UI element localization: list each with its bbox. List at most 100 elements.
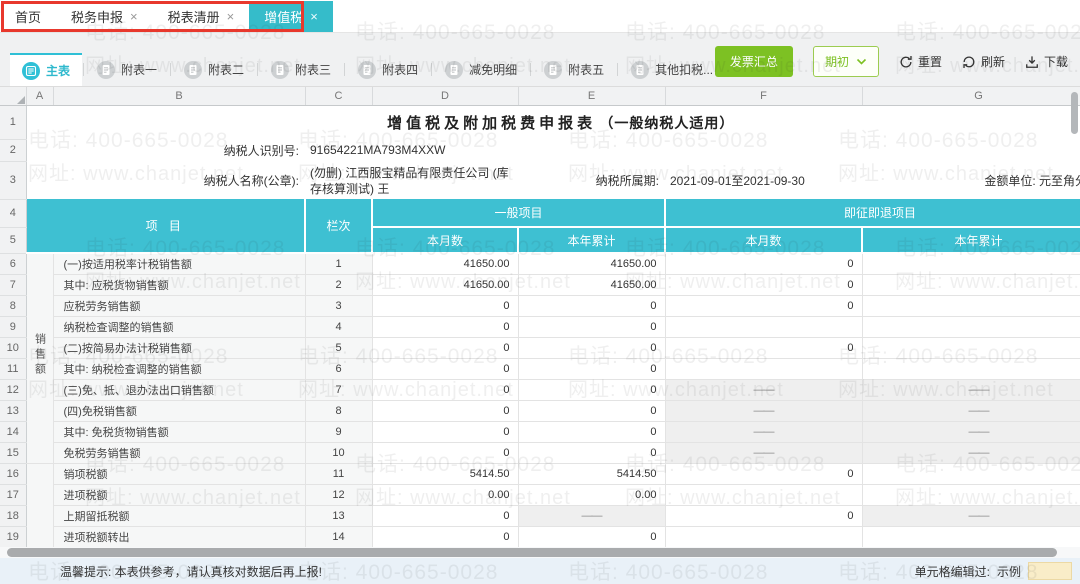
row-number[interactable]: 4	[0, 199, 26, 227]
value-cell[interactable]: 0	[372, 316, 518, 337]
value-cell[interactable]: 0	[372, 337, 518, 358]
value-cell[interactable]: 0	[518, 316, 665, 337]
value-cell[interactable]: 0	[862, 526, 1080, 547]
column-header-G[interactable]: G	[862, 87, 1080, 105]
value-cell[interactable]	[665, 526, 862, 547]
sheet-tab-reduction[interactable]: 减免明细	[433, 53, 529, 86]
value-cell[interactable]: 0	[518, 295, 665, 316]
row-number[interactable]: 11	[0, 358, 26, 379]
column-header-F[interactable]: F	[665, 87, 862, 105]
horizontal-scrollbar-thumb[interactable]	[7, 548, 1057, 557]
value-cell[interactable]: 0.00	[518, 484, 665, 505]
value-cell[interactable]: 0	[372, 526, 518, 547]
value-cell[interactable]: 0	[665, 274, 862, 295]
value-cell[interactable]: 5414.50	[518, 463, 665, 484]
value-cell[interactable]	[665, 358, 862, 379]
invoice-summary-button[interactable]: 发票汇总	[715, 46, 793, 77]
value-cell[interactable]: 0	[862, 253, 1080, 274]
taxpayer-name-value: (勿删) 江西服宝精品有限责任公司 (库存核算测试) 王	[305, 161, 518, 199]
sheet-tab-annex1[interactable]: 附表一	[85, 53, 169, 86]
refresh-button[interactable]: 刷新	[962, 53, 1005, 70]
sheet-tab-annex2[interactable]: 附表二	[172, 53, 256, 86]
value-cell[interactable]: 0.00	[372, 484, 518, 505]
reset-button[interactable]: 重置	[899, 53, 942, 70]
value-cell[interactable]: 0	[665, 463, 862, 484]
value-cell[interactable]: 41650.00	[518, 253, 665, 274]
select-all-corner[interactable]	[0, 87, 26, 105]
value-cell[interactable]: 0	[862, 463, 1080, 484]
download-button[interactable]: 下载	[1025, 53, 1068, 70]
column-header-B[interactable]: B	[53, 87, 305, 105]
vertical-scrollbar[interactable]	[1071, 92, 1078, 134]
column-header-E[interactable]: E	[518, 87, 665, 105]
top-tab-tax-declaration[interactable]: 税务申报×	[56, 1, 153, 32]
value-cell[interactable]: 0	[862, 484, 1080, 505]
value-cell[interactable]: 0	[862, 274, 1080, 295]
value-cell[interactable]: 0	[665, 505, 862, 526]
sheet-tab-annex4[interactable]: 附表四	[346, 53, 430, 86]
sheet-tab-annex5[interactable]: 附表五	[532, 53, 616, 86]
row-number[interactable]: 10	[0, 337, 26, 358]
top-tab-home[interactable]: 首页	[0, 1, 56, 32]
row-number[interactable]: 7	[0, 274, 26, 295]
value-cell[interactable]: 41650.00	[372, 253, 518, 274]
row-number[interactable]: 13	[0, 400, 26, 421]
row-number[interactable]: 18	[0, 505, 26, 526]
value-cell[interactable]: 0	[372, 400, 518, 421]
value-cell[interactable]: 0	[372, 295, 518, 316]
value-cell[interactable]: 0	[372, 442, 518, 463]
value-cell[interactable]: 41650.00	[518, 274, 665, 295]
top-tab-vat[interactable]: 增值税×	[249, 1, 333, 32]
value-cell[interactable]	[665, 484, 862, 505]
value-cell[interactable]: 0	[665, 253, 862, 274]
value-cell[interactable]: 0	[372, 505, 518, 526]
row-number[interactable]: 1	[0, 105, 26, 139]
sheet-tab-annex3[interactable]: 附表三	[259, 53, 343, 86]
row-number[interactable]: 2	[0, 139, 26, 161]
value-cell[interactable]: 0	[665, 337, 862, 358]
row-number[interactable]: 19	[0, 526, 26, 547]
value-cell[interactable]: 0	[665, 295, 862, 316]
value-cell[interactable]: 0	[862, 337, 1080, 358]
value-cell[interactable]: 0	[372, 421, 518, 442]
sheet-tab-label: 附表三	[295, 61, 331, 78]
top-tab-tax-register[interactable]: 税表清册×	[153, 1, 250, 32]
row-number[interactable]: 14	[0, 421, 26, 442]
value-cell[interactable]: 0	[518, 442, 665, 463]
sheet-tab-other[interactable]: 其他扣税...	[619, 53, 725, 86]
row-number[interactable]: 17	[0, 484, 26, 505]
column-header-D[interactable]: D	[372, 87, 518, 105]
row-number[interactable]: 9	[0, 316, 26, 337]
value-cell[interactable]: 41650.00	[372, 274, 518, 295]
value-cell[interactable]: 0	[518, 337, 665, 358]
sheet-tab-main[interactable]: 主表	[10, 53, 82, 86]
value-cell[interactable]: 0	[862, 295, 1080, 316]
value-cell[interactable]	[665, 316, 862, 337]
opening-balance-button[interactable]: 期初	[813, 46, 879, 77]
value-cell[interactable]: 0	[518, 358, 665, 379]
close-tab-icon[interactable]: ×	[130, 10, 138, 23]
lane-number-cell: 7	[305, 379, 372, 400]
value-cell[interactable]: 0	[518, 400, 665, 421]
close-tab-icon[interactable]: ×	[310, 10, 318, 23]
row-number[interactable]: 6	[0, 253, 26, 274]
value-cell[interactable]: 0	[862, 316, 1080, 337]
row-number[interactable]: 15	[0, 442, 26, 463]
close-tab-icon[interactable]: ×	[227, 10, 235, 23]
item-label-cell: 销项税额	[53, 463, 305, 484]
column-header-C[interactable]: C	[305, 87, 372, 105]
row-number[interactable]: 12	[0, 379, 26, 400]
row-number[interactable]: 3	[0, 161, 26, 199]
value-cell[interactable]: 0	[372, 379, 518, 400]
value-cell[interactable]: 0	[862, 358, 1080, 379]
column-header-A[interactable]: A	[26, 87, 53, 105]
row-number[interactable]: 8	[0, 295, 26, 316]
row-number[interactable]: 5	[0, 227, 26, 253]
row-number[interactable]: 16	[0, 463, 26, 484]
value-cell[interactable]: 0	[518, 379, 665, 400]
value-cell[interactable]: 5414.50	[372, 463, 518, 484]
horizontal-scrollbar-track[interactable]	[0, 547, 1080, 558]
value-cell[interactable]: 0	[518, 526, 665, 547]
value-cell[interactable]: 0	[518, 421, 665, 442]
value-cell[interactable]: 0	[372, 358, 518, 379]
